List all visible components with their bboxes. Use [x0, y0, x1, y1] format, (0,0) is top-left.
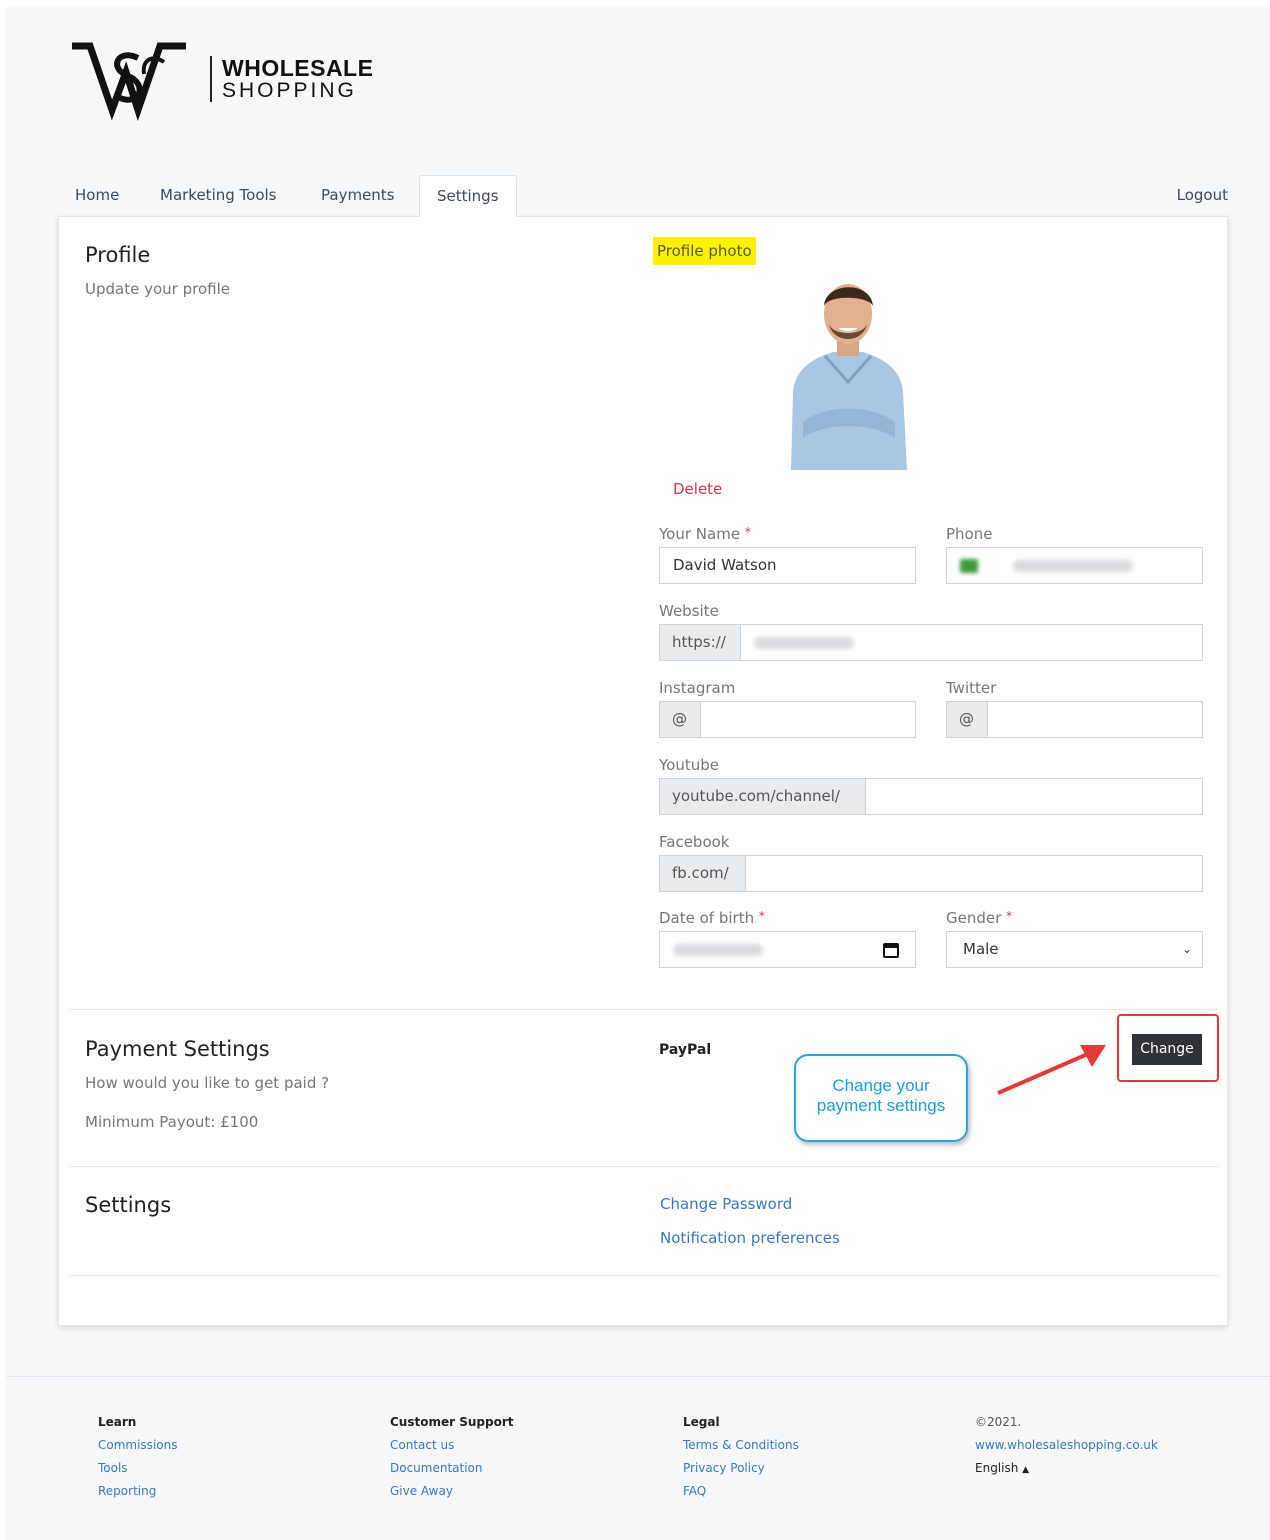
phone-label: Phone [946, 525, 993, 543]
change-payment-button[interactable]: Change [1132, 1034, 1202, 1065]
gender-select[interactable]: Male ⌄ [946, 931, 1203, 968]
footer-link-contact[interactable]: Contact us [390, 1438, 513, 1461]
tab-payments[interactable]: Payments [304, 175, 411, 217]
footer-col-legal: Legal Terms & Conditions Privacy Policy … [683, 1415, 799, 1507]
twitter-prefix: @ [946, 701, 988, 738]
footer-link-commissions[interactable]: Commissions [98, 1438, 177, 1461]
section-divider [69, 1009, 1219, 1010]
website-input[interactable] [740, 624, 1203, 661]
footer-col-learn: Learn Commissions Tools Reporting [98, 1415, 177, 1507]
required-mark: * [758, 909, 765, 923]
instagram-label: Instagram [659, 679, 736, 697]
footer-heading-learn: Learn [98, 1415, 137, 1429]
logout-link[interactable]: Logout [1177, 175, 1228, 215]
caret-up-icon: ▲ [1022, 1465, 1030, 1475]
twitter-input[interactable] [987, 701, 1203, 738]
notification-preferences-link[interactable]: Notification preferences [660, 1229, 840, 1247]
settings-title: Settings [85, 1193, 172, 1217]
tab-home[interactable]: Home [58, 175, 136, 217]
youtube-prefix: youtube.com/channel/ [659, 778, 866, 815]
footer-link-documentation[interactable]: Documentation [390, 1461, 513, 1484]
dob-input[interactable] [659, 931, 916, 968]
footer-link-tools[interactable]: Tools [98, 1461, 177, 1484]
name-label-text: Your Name [659, 525, 741, 543]
facebook-label: Facebook [659, 833, 730, 851]
twitter-label: Twitter [946, 679, 997, 697]
gender-value: Male [963, 940, 999, 958]
footer: Learn Commissions Tools Reporting Custom… [6, 1376, 1270, 1540]
profile-photo-label: Profile photo [653, 237, 756, 265]
footer-heading-support: Customer Support [390, 1415, 514, 1429]
section-divider [69, 1275, 1219, 1276]
footer-heading-legal: Legal [683, 1415, 720, 1429]
dob-value-redacted [673, 943, 763, 956]
country-flag-icon [960, 558, 978, 573]
calendar-icon[interactable] [883, 942, 899, 958]
dob-label-text: Date of birth [659, 909, 755, 927]
footer-col-support: Customer Support Contact us Documentatio… [390, 1415, 513, 1507]
name-label: Your Name * [659, 525, 751, 543]
website-value-redacted [754, 636, 854, 649]
website-label: Website [659, 602, 719, 620]
gender-label-text: Gender [946, 909, 1002, 927]
required-mark: * [1006, 909, 1013, 923]
instagram-input[interactable] [700, 701, 916, 738]
callout-line1: Change your [832, 1076, 930, 1095]
footer-col-meta: ©2021. www.wholesaleshopping.co.uk Engli… [975, 1415, 1158, 1484]
footer-link-reporting[interactable]: Reporting [98, 1484, 177, 1507]
brand-logo[interactable]: WHOLESALE SHOPPING [68, 40, 373, 130]
youtube-input[interactable] [865, 778, 1203, 815]
ws-monogram-icon [72, 42, 186, 122]
phone-input[interactable] [946, 547, 1203, 584]
brand-line2: SHOPPING [222, 79, 357, 102]
footer-link-faq[interactable]: FAQ [683, 1484, 799, 1507]
profile-photo[interactable] [785, 272, 911, 470]
chevron-down-icon: ⌄ [1181, 942, 1192, 956]
name-input[interactable]: David Watson [659, 547, 916, 584]
tab-marketing-tools[interactable]: Marketing Tools [143, 175, 293, 217]
delete-photo-link[interactable]: Delete [673, 480, 722, 498]
phone-value-redacted [1012, 559, 1133, 572]
brand-line1: WHOLESALE [222, 55, 374, 81]
section-divider [69, 1166, 1219, 1167]
facebook-input[interactable] [745, 855, 1203, 892]
settings-card: Profile Update your profile Profile phot… [58, 216, 1228, 1326]
youtube-label: Youtube [659, 756, 719, 774]
tab-settings[interactable]: Settings [419, 175, 517, 217]
footer-site-link[interactable]: www.wholesaleshopping.co.uk [975, 1438, 1158, 1461]
brand-wordmark: WHOLESALE SHOPPING [210, 56, 373, 102]
payment-settings-subtitle: How would you like to get paid ? [85, 1074, 330, 1092]
footer-copyright: ©2021. [975, 1415, 1022, 1429]
facebook-prefix: fb.com/ [659, 855, 746, 892]
required-mark: * [744, 525, 751, 539]
callout-line2: payment settings [816, 1096, 946, 1115]
profile-title: Profile [85, 243, 151, 267]
language-value: English [975, 1461, 1019, 1475]
language-selector[interactable]: English ▲ [975, 1461, 1158, 1484]
footer-link-terms[interactable]: Terms & Conditions [683, 1438, 799, 1461]
annotation-callout: Change your payment settings [794, 1054, 968, 1142]
instagram-prefix: @ [659, 701, 701, 738]
payment-method: PayPal [659, 1042, 712, 1058]
footer-link-privacy[interactable]: Privacy Policy [683, 1461, 799, 1484]
main-nav: Home Marketing Tools Payments Settings L… [58, 175, 1228, 217]
minimum-payout: Minimum Payout: £100 [85, 1113, 259, 1131]
gender-label: Gender * [946, 909, 1012, 927]
payment-settings-title: Payment Settings [85, 1037, 270, 1061]
website-prefix: https:// [659, 624, 741, 661]
footer-link-giveaway[interactable]: Give Away [390, 1484, 513, 1507]
annotation-arrow-icon [997, 1045, 1106, 1095]
change-password-link[interactable]: Change Password [660, 1195, 792, 1213]
dob-label: Date of birth * [659, 909, 765, 927]
profile-subtitle: Update your profile [85, 280, 230, 298]
